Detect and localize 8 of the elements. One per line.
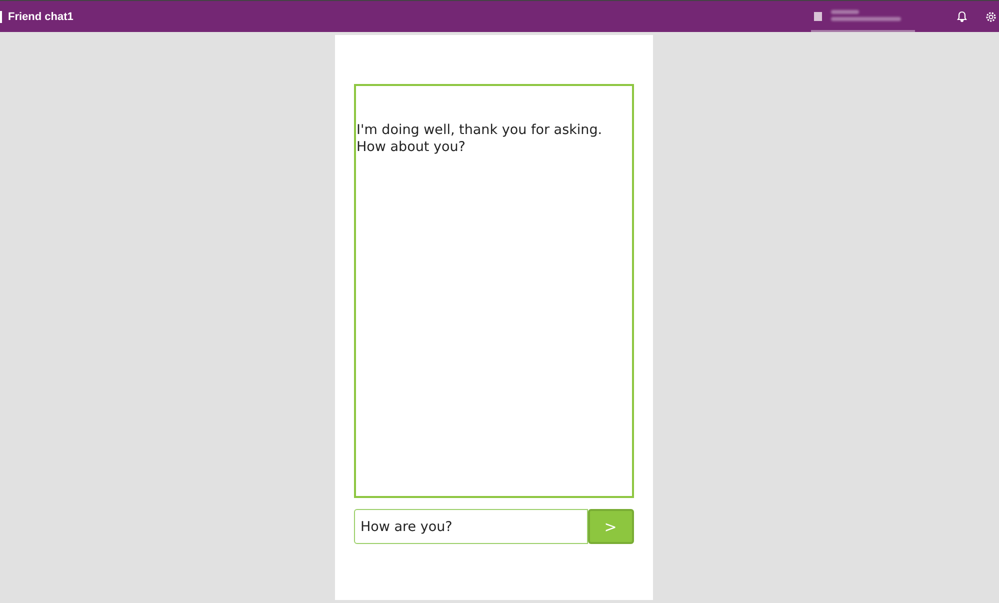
blurred-text — [831, 17, 901, 21]
app-title: Friend chat1 — [8, 10, 74, 22]
reply-text: I'm doing well, thank you for asking. How about you? — [356, 122, 602, 155]
blurred-text — [831, 10, 859, 14]
divider-mark — [0, 10, 2, 22]
bell-icon[interactable] — [957, 11, 967, 22]
message-input[interactable]: How are you? — [354, 509, 588, 544]
settings-icon[interactable] — [985, 10, 997, 22]
